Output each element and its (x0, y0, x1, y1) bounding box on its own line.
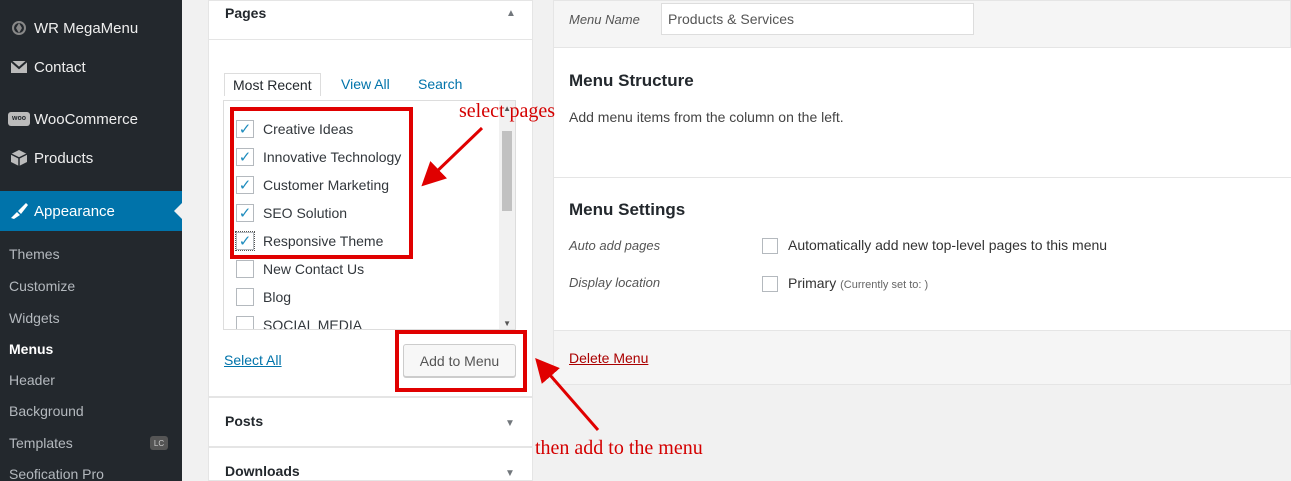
arrow-icon (421, 126, 484, 187)
annotation-arrows (421, 126, 600, 431)
arrow-icon (535, 357, 600, 431)
